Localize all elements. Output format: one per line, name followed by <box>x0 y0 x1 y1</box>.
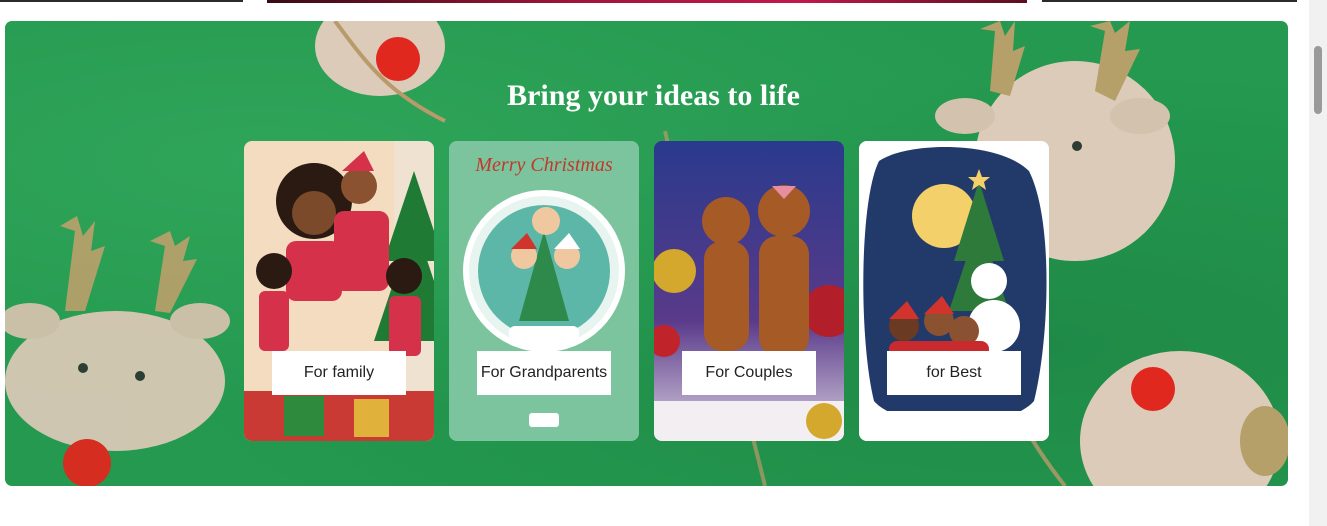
hero-title: Bring your ideas to life <box>507 79 800 112</box>
gingerbread-couple-image <box>654 141 844 441</box>
scrollbar-thumb[interactable] <box>1314 46 1322 114</box>
page-scrollbar[interactable] <box>1309 0 1327 526</box>
merry-christmas-vintage-image: Merry Christmas <box>449 141 639 441</box>
family-christmas-image <box>244 141 434 441</box>
previous-section-divider <box>0 0 243 2</box>
previous-section-edge <box>0 0 1327 3</box>
card-label: for Best <box>887 351 1021 395</box>
card-for-family[interactable]: For family <box>244 141 434 441</box>
previous-section-divider <box>1042 0 1297 2</box>
previous-section-image-edge <box>267 0 1027 3</box>
card-for-best[interactable]: for Best <box>859 141 1049 441</box>
card-label: For family <box>272 351 406 395</box>
card-label: For Couples <box>682 351 816 395</box>
reindeer-ornament-left <box>5 216 230 486</box>
merry-christmas-lettering: Merry Christmas <box>474 154 612 176</box>
card-label: For Grandparents <box>477 351 611 395</box>
friends-snowman-night-image <box>859 141 1049 441</box>
card-for-couples[interactable]: For Couples <box>654 141 844 441</box>
reindeer-ornament-bottom-right <box>1080 351 1288 486</box>
hero-banner: Bring your ideas to life For family Merr… <box>5 21 1288 486</box>
card-for-grandparents[interactable]: Merry Christmas For Grandparents <box>449 141 639 441</box>
page: Bring your ideas to life For family Merr… <box>0 0 1327 526</box>
